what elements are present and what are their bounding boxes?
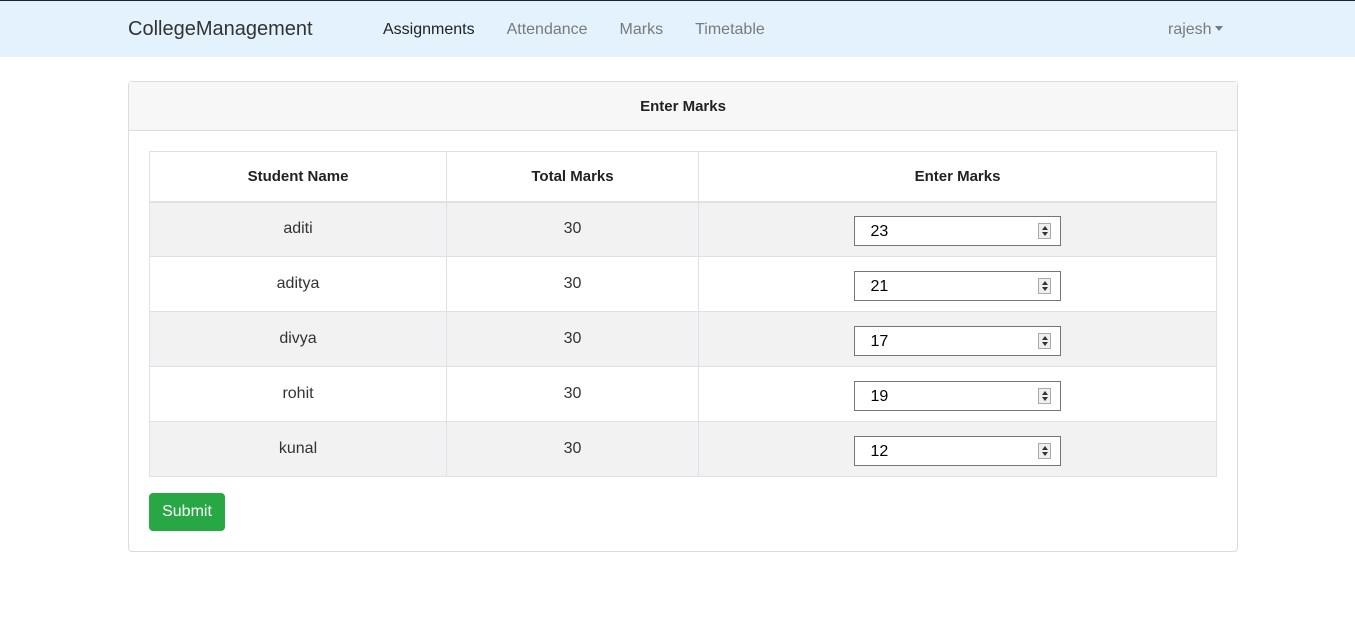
enter-marks-cell <box>698 201 1217 257</box>
enter-marks-cell <box>698 256 1217 312</box>
student-name-cell: kunal <box>149 421 447 477</box>
enter-marks-cell <box>698 311 1217 367</box>
table-row: kunal 30 <box>149 421 1217 477</box>
spinner-arrows-icon[interactable] <box>1038 332 1051 349</box>
column-header-student-name: Student Name <box>149 151 447 203</box>
nav-link-timetable[interactable]: Timetable <box>695 21 765 39</box>
marks-input[interactable] <box>867 436 1048 465</box>
total-marks-cell: 30 <box>446 366 699 422</box>
total-marks-cell: 30 <box>446 201 699 257</box>
caret-down-icon <box>1214 26 1223 31</box>
user-dropdown[interactable]: rajesh <box>1168 21 1223 39</box>
user-name: rajesh <box>1168 21 1212 38</box>
enter-marks-cell <box>698 421 1217 477</box>
table-row: aditya 30 <box>149 256 1217 312</box>
brand-link[interactable]: CollegeManagement <box>128 18 313 41</box>
marks-input[interactable] <box>867 216 1048 245</box>
table-row: aditi 30 <box>149 201 1217 257</box>
marks-input-wrapper <box>854 380 1061 411</box>
nav-links: Assignments Attendance Marks Timetable <box>383 21 797 39</box>
spinner-arrows-icon[interactable] <box>1038 442 1051 459</box>
marks-card: Enter Marks Student Name Total Marks Ent… <box>128 81 1238 552</box>
marks-input-wrapper <box>854 325 1061 356</box>
top-navbar: CollegeManagement Assignments Attendance… <box>0 0 1355 57</box>
total-marks-cell: 30 <box>446 311 699 367</box>
marks-input-wrapper <box>854 435 1061 466</box>
column-header-total-marks: Total Marks <box>446 151 699 203</box>
student-name-cell: divya <box>149 311 447 367</box>
spinner-arrows-icon[interactable] <box>1038 277 1051 294</box>
marks-input[interactable] <box>867 326 1048 355</box>
table-header-row: Student Name Total Marks Enter Marks <box>149 151 1217 203</box>
total-marks-cell: 30 <box>446 256 699 312</box>
nav-link-marks[interactable]: Marks <box>620 21 664 39</box>
enter-marks-cell <box>698 366 1217 422</box>
nav-link-attendance[interactable]: Attendance <box>507 21 588 39</box>
marks-table: Student Name Total Marks Enter Marks adi… <box>149 151 1217 477</box>
card-title: Enter Marks <box>129 82 1237 131</box>
marks-input-wrapper <box>854 215 1061 246</box>
student-name-cell: aditi <box>149 201 447 257</box>
marks-input[interactable] <box>867 381 1048 410</box>
table-row: rohit 30 <box>149 366 1217 422</box>
marks-input-wrapper <box>854 270 1061 301</box>
student-name-cell: rohit <box>149 366 447 422</box>
table-row: divya 30 <box>149 311 1217 367</box>
total-marks-cell: 30 <box>446 421 699 477</box>
spinner-arrows-icon[interactable] <box>1038 222 1051 239</box>
spinner-arrows-icon[interactable] <box>1038 387 1051 404</box>
column-header-enter-marks: Enter Marks <box>698 151 1217 203</box>
marks-input[interactable] <box>867 271 1048 300</box>
submit-button[interactable]: Submit <box>149 493 225 531</box>
student-name-cell: aditya <box>149 256 447 312</box>
nav-link-assignments[interactable]: Assignments <box>383 21 475 39</box>
